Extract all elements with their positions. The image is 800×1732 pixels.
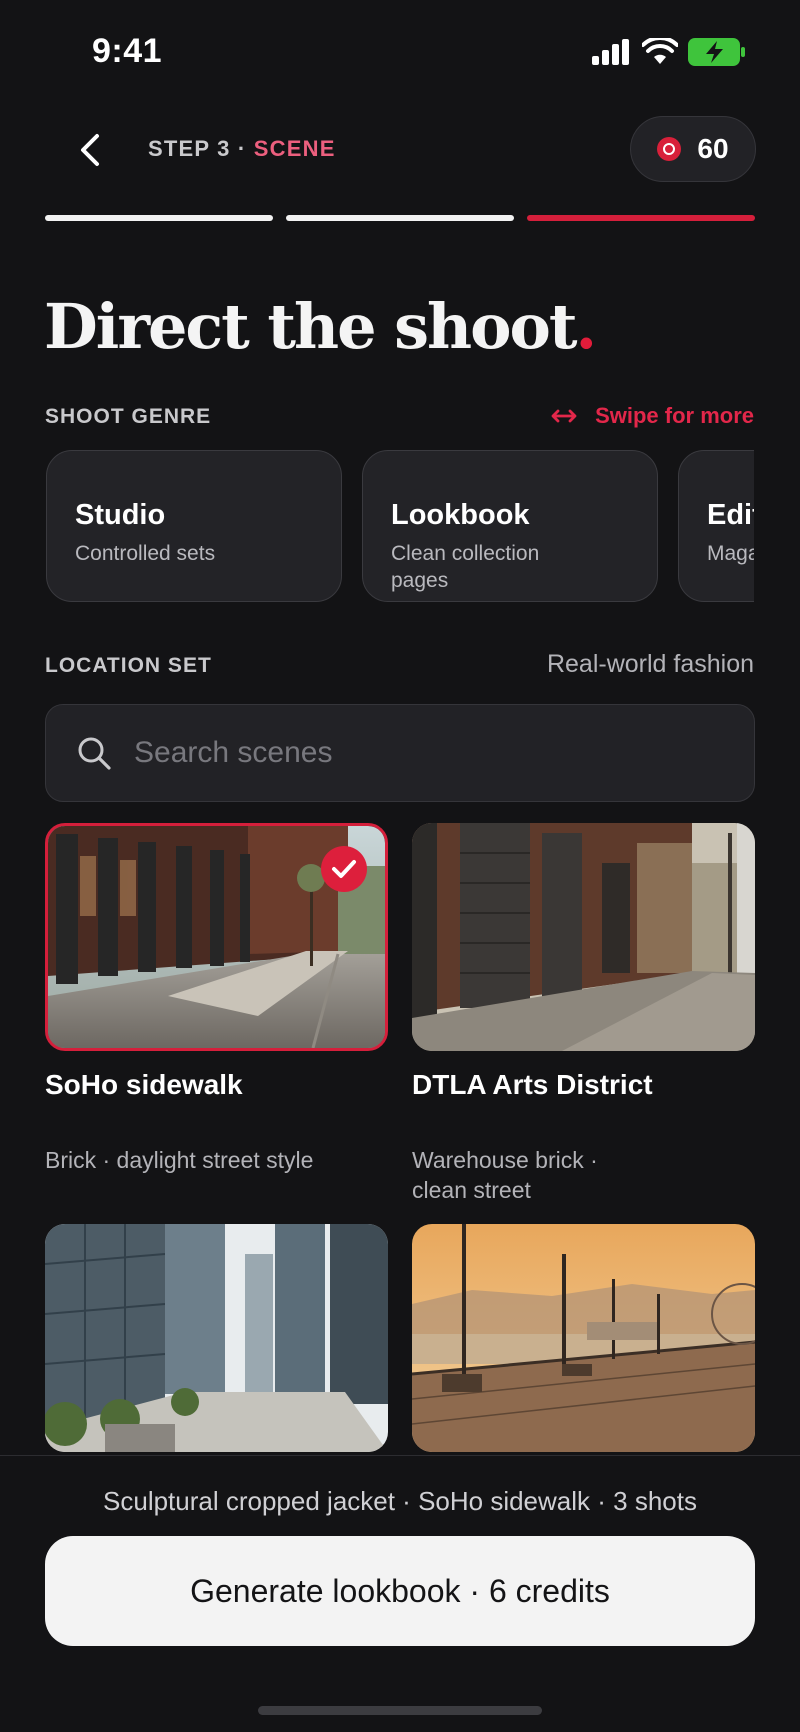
signal-icon	[592, 39, 629, 65]
genre-name: Editorial	[707, 499, 754, 531]
arrows-horizontal-icon	[551, 409, 577, 423]
genre-desc: Magazine	[707, 542, 754, 565]
genre-name: Studio	[75, 499, 166, 531]
page-title: Direct the shoot.	[44, 290, 597, 363]
selection-summary: Sculptural cropped jacket · SoHo sidewal…	[103, 1486, 697, 1516]
location-set-label: LOCATION SET	[45, 654, 212, 677]
back-button[interactable]	[68, 128, 112, 172]
step-indicator: STEP 3 · SCENE	[148, 136, 336, 162]
status-icons	[592, 38, 746, 66]
swipe-hint: Swipe for more	[551, 403, 754, 429]
scene-card-soho[interactable]	[45, 823, 388, 1051]
genre-name: Lookbook	[391, 499, 530, 531]
scene-card-glass-towers[interactable]	[45, 1224, 388, 1452]
generate-lookbook-button[interactable]: Generate lookbook · 6 credits	[45, 1536, 755, 1646]
credit-coin-icon	[657, 137, 682, 161]
status-time: 9:41	[92, 32, 163, 70]
page-title-dot: .	[575, 290, 597, 363]
bottom-action-panel: Sculptural cropped jacket · SoHo sidewal…	[0, 1455, 800, 1732]
credits-value: 60	[697, 133, 729, 164]
page-title-text: Direct the shoot	[44, 290, 577, 363]
step-number: STEP 3 ·	[148, 136, 254, 161]
genre-card-lookbook[interactable]: Lookbook Clean collection pages	[362, 450, 658, 602]
swipe-hint-text: Swipe for more	[595, 403, 754, 428]
genre-desc: Controlled sets	[75, 542, 216, 565]
chevron-left-icon	[81, 134, 99, 166]
genre-card-studio[interactable]: Studio Controlled sets	[46, 450, 342, 602]
genre-carousel[interactable]: Studio Controlled sets Lookbook Clean co…	[46, 450, 754, 602]
progress-segment-1	[45, 215, 273, 221]
step-progress-bar	[45, 215, 755, 221]
scene-name: SoHo sidewalk	[45, 1069, 243, 1100]
genre-card-editorial[interactable]: Editorial Magazine	[678, 450, 754, 602]
battery-charging-icon	[688, 38, 745, 66]
home-indicator	[258, 1706, 542, 1715]
scene-desc: Brick · daylight street style	[45, 1147, 314, 1173]
scene-image-pier	[412, 1224, 755, 1452]
scene-name: DTLA Arts District	[412, 1069, 653, 1100]
wifi-icon	[642, 38, 678, 64]
shoot-genre-label: SHOOT GENRE	[45, 405, 212, 428]
progress-segment-2	[286, 215, 514, 221]
progress-segment-3	[527, 215, 755, 221]
scene-search-bar[interactable]	[45, 704, 755, 802]
genre-desc: Clean collection pages	[391, 542, 540, 592]
search-icon	[78, 737, 111, 770]
scene-card-dtla[interactable]	[412, 823, 755, 1051]
scene-search-input[interactable]	[134, 736, 694, 770]
selected-check-icon	[321, 846, 367, 892]
scene-card-pier[interactable]	[412, 1224, 755, 1452]
step-name: SCENE	[253, 136, 336, 161]
scene-desc: Warehouse brick · clean street	[412, 1147, 598, 1203]
scene-image-glass-towers	[45, 1224, 388, 1452]
location-hint: Real-world fashion	[546, 650, 754, 678]
credits-balance-button[interactable]: 60	[630, 116, 756, 182]
scene-image-dtla	[412, 823, 755, 1051]
